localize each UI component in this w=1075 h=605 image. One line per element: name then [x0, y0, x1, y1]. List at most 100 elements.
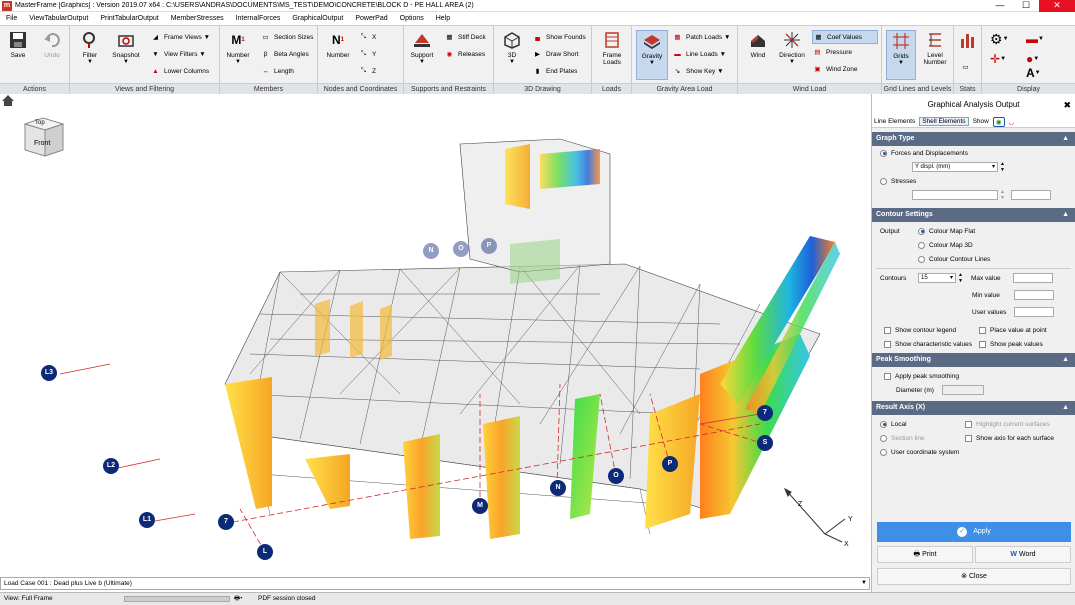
word-button[interactable]: W Word: [975, 546, 1071, 563]
section-sizes-button[interactable]: ▭ Section Sizes: [260, 30, 313, 44]
maximize-button[interactable]: ☐: [1013, 0, 1039, 12]
show-peak-checkbox[interactable]: [979, 340, 986, 348]
section-result-axis[interactable]: Result Axis (X) ▲: [872, 401, 1075, 415]
node-z-button[interactable]: ⤡ Z: [358, 64, 376, 78]
filter-button[interactable]: Filter ▼: [76, 30, 104, 65]
grid-bubble-l2[interactable]: L2: [103, 458, 119, 474]
section-contour-settings[interactable]: Contour Settings ▲: [872, 208, 1075, 222]
beta-angles-button[interactable]: β Beta Angles: [260, 47, 309, 61]
panel-close-icon[interactable]: ✖: [1063, 94, 1071, 116]
grid-bubble-p-top[interactable]: P: [481, 238, 497, 254]
spinner-icon[interactable]: ▲ ▼: [1000, 161, 1005, 173]
menu-member-stresses[interactable]: MemberStresses: [165, 15, 230, 22]
support-button[interactable]: Support ▼: [408, 30, 436, 65]
show-characteristic-checkbox[interactable]: [884, 340, 891, 348]
fill-color-button[interactable]: ● ▼: [1026, 52, 1039, 66]
radio-contour-lines[interactable]: [918, 255, 925, 263]
menu-help[interactable]: Help: [430, 15, 456, 22]
menu-internal-forces[interactable]: InternalForces: [230, 15, 287, 22]
close-button[interactable]: ⊗ Close: [877, 568, 1071, 585]
node-y-button[interactable]: ⤡ Y: [358, 47, 376, 61]
gravity-button[interactable]: Gravity ▼: [636, 30, 668, 80]
close-window-button[interactable]: ✕: [1039, 0, 1075, 12]
save-button[interactable]: Save: [4, 30, 32, 59]
direction-button[interactable]: Direction ▼: [778, 30, 806, 65]
show-contour-legend-checkbox[interactable]: [884, 326, 891, 334]
eye-icon[interactable]: ◉: [992, 116, 1005, 127]
contours-spinner-icon[interactable]: ▲ ▼: [958, 272, 963, 284]
place-value-checkbox[interactable]: [979, 326, 986, 334]
apply-peak-checkbox[interactable]: [884, 372, 891, 380]
view-cube[interactable]: Top Front: [23, 116, 65, 158]
menu-graphical-output[interactable]: GraphicalOutput: [286, 15, 349, 22]
highlight-surfaces-checkbox[interactable]: [965, 420, 972, 428]
graphics-viewport[interactable]: Y X Z Top Front L3 L2 L1 7 L M N O P 7 S…: [0, 94, 870, 576]
line-style-button[interactable]: ▬ ▼: [1026, 32, 1044, 46]
length-button[interactable]: ↔ Length: [260, 64, 294, 78]
home-icon[interactable]: [2, 95, 14, 106]
grid-bubble-p[interactable]: P: [662, 456, 678, 472]
view-filters-button[interactable]: ▼ View Filters ▼: [150, 47, 205, 61]
print-button[interactable]: 🖶 Print: [877, 546, 973, 563]
colour-3d-row[interactable]: Colour Map 3D: [872, 238, 1075, 252]
section-peak-smoothing[interactable]: Peak Smoothing ▲: [872, 353, 1075, 367]
grid-bubble-s[interactable]: S: [757, 435, 773, 451]
view-cube-top[interactable]: Top: [35, 120, 45, 126]
user-values-input[interactable]: [1014, 307, 1054, 317]
lower-columns-button[interactable]: ▲ Lower Columns: [150, 64, 209, 78]
wind-zone-button[interactable]: ▣ Wind Zone: [812, 62, 857, 76]
menu-options[interactable]: Options: [394, 15, 430, 22]
section-graph-type[interactable]: Graph Type ▲: [872, 132, 1075, 146]
contours-select[interactable]: 15 ▾: [918, 273, 956, 283]
apply-peak-row[interactable]: Apply peak smoothing: [872, 369, 1075, 383]
deform-icon[interactable]: ◡: [1007, 118, 1017, 126]
graph-type-select[interactable]: Y displ. (mm) ▾: [912, 162, 998, 172]
tab-shell-elements[interactable]: Shell Elements: [919, 117, 969, 126]
tab-show[interactable]: Show: [971, 118, 991, 125]
radio-stresses[interactable]: [880, 177, 887, 185]
grid-bubble-n-top[interactable]: N: [423, 243, 439, 259]
settings-button[interactable]: ⚙ ▼: [990, 31, 1009, 47]
radio-forces-row[interactable]: Forces and Displacements: [872, 146, 1075, 160]
show-axis-checkbox[interactable]: [965, 434, 972, 442]
undo-button[interactable]: Undo: [38, 30, 66, 59]
menu-powerpad[interactable]: PowerPad: [349, 15, 393, 22]
pressure-button[interactable]: ▤ Pressure: [812, 45, 852, 59]
axis-user-row[interactable]: User coordinate system: [872, 445, 1075, 459]
node-color-button[interactable]: ✛ ▼: [990, 52, 1006, 66]
grid-bubble-o[interactable]: O: [608, 468, 624, 484]
end-plates-button[interactable]: ▮ End Plates: [532, 64, 578, 78]
3d-button[interactable]: 3D ▼: [498, 30, 526, 65]
frame-views-button[interactable]: ◢ Frame Views ▼: [150, 30, 210, 44]
font-button[interactable]: A ▼: [1026, 66, 1041, 80]
grid-bubble-l[interactable]: L: [257, 544, 273, 560]
menu-print-tabular-output[interactable]: PrintTabularOutput: [94, 15, 164, 22]
grid-bubble-7-right[interactable]: 7: [757, 405, 773, 421]
grid-bubble-7-front[interactable]: 7: [218, 514, 234, 530]
apply-button[interactable]: ✓ Apply: [877, 522, 1071, 542]
minimize-button[interactable]: —: [987, 0, 1013, 12]
frame-loads-button[interactable]: Frame Loads: [598, 30, 626, 66]
min-value-input[interactable]: [1014, 290, 1054, 300]
menu-view-tabular-output[interactable]: ViewTabularOutput: [23, 15, 94, 22]
contour-lines-row[interactable]: Colour Contour Lines: [872, 252, 1075, 266]
tab-line-elements[interactable]: Line Elements: [872, 118, 917, 125]
stats-chart-button[interactable]: [954, 30, 982, 52]
grid-bubble-l3[interactable]: L3: [41, 365, 57, 381]
menu-file[interactable]: File: [0, 15, 23, 22]
load-case-select[interactable]: Load Case 001 : Dead plus Live b (Ultima…: [0, 577, 870, 590]
stiff-deck-button[interactable]: ▦ Stiff Deck: [444, 30, 485, 44]
stresses-subselect[interactable]: [1010, 190, 1051, 200]
show-founds-button[interactable]: ▄ Show Founds: [532, 30, 586, 44]
radio-stresses-row[interactable]: Stresses: [872, 174, 1075, 188]
level-number-button[interactable]: Level Number: [920, 30, 950, 66]
node-number-button[interactable]: N1 Number: [324, 30, 352, 59]
radio-forces[interactable]: [880, 149, 887, 157]
diameter-input[interactable]: [942, 385, 984, 395]
stresses-select[interactable]: [912, 190, 998, 200]
node-x-button[interactable]: ⤡ X: [358, 30, 376, 44]
grid-bubble-n[interactable]: N: [550, 480, 566, 496]
show-key-button[interactable]: ↘ Show Key ▼: [672, 64, 724, 78]
radio-colour-flat[interactable]: [918, 227, 925, 235]
radio-user-coordinate[interactable]: [880, 448, 887, 456]
